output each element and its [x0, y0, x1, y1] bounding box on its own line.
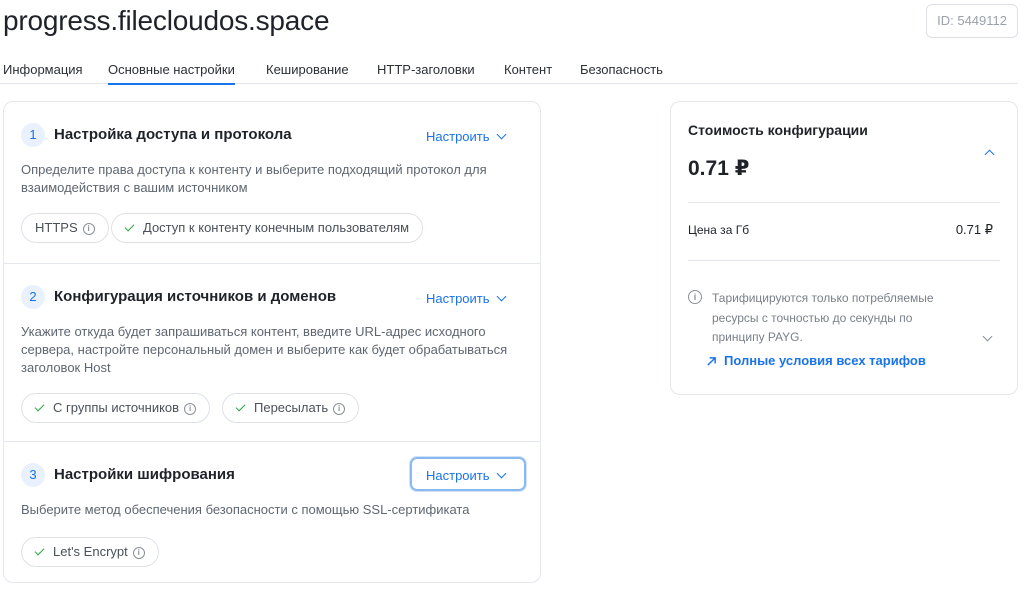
configure-label: Настроить — [426, 129, 490, 144]
configure-button[interactable]: Настроить — [410, 280, 526, 314]
step-description: Определите права доступа к контенту и вы… — [21, 162, 487, 195]
price-label: Цена за Гб — [688, 223, 750, 237]
tab-caching[interactable]: Кеширование — [266, 62, 349, 83]
cost-title: Стоимость конфигурации — [688, 122, 868, 138]
chevron-down-icon — [496, 129, 506, 140]
chip-label: Пересылать — [254, 400, 329, 415]
tab-security[interactable]: Безопасность — [580, 62, 663, 83]
step-number: 2 — [21, 285, 45, 309]
chip-forward: Пересылать i — [222, 393, 360, 423]
step-title: Конфигурация источников и доменов — [54, 288, 337, 305]
chip-end-user-access: Доступ к контенту конечным пользователям — [111, 213, 424, 243]
divider — [688, 202, 1000, 203]
id-badge: ID: 5449112 — [926, 4, 1018, 38]
configure-button[interactable]: Настроить — [410, 457, 526, 491]
step-sources-domains: 2 Конфигурация источников и доменов Наст… — [4, 263, 540, 441]
chip-https: HTTPS i — [21, 213, 109, 243]
chevron-down-icon — [496, 291, 506, 302]
chip-label: HTTPS — [35, 220, 78, 235]
settings-steps-card: 1 Настройка доступа и протокола Настроит… — [3, 101, 541, 583]
tariffs-link[interactable]: Полные условия всех тарифов — [702, 353, 926, 368]
step-access-protocol: 1 Настройка доступа и протокола Настроит… — [4, 102, 540, 263]
chevron-down-icon[interactable] — [982, 331, 993, 342]
step-description: Укажите откуда будет запрашиваться конте… — [21, 324, 508, 375]
cost-total: 0.71 ₽ — [688, 157, 750, 180]
configure-label: Настроить — [426, 291, 490, 306]
step-title: Настройки шифрования — [54, 466, 235, 483]
configure-label: Настроить — [426, 468, 490, 483]
configure-button[interactable]: Настроить — [410, 118, 526, 152]
billing-note: Тарифицируются только потребляемые ресур… — [712, 291, 934, 344]
tab-main-settings[interactable]: Основные настройки — [108, 62, 235, 85]
divider — [688, 260, 1000, 261]
tab-bar: Информация Основные настройки Кешировани… — [0, 60, 1018, 85]
chevron-down-icon — [496, 468, 506, 479]
chip-label: Let's Encrypt — [53, 544, 128, 559]
info-icon[interactable]: i — [82, 223, 95, 235]
info-icon[interactable]: i — [184, 403, 197, 415]
cost-card: Стоимость конфигурации 0.71 ₽ Цена за Гб… — [670, 101, 1018, 395]
tariffs-link-label: Полные условия всех тарифов — [724, 353, 926, 368]
chip-lets-encrypt: Let's Encrypt i — [21, 537, 159, 567]
step-title: Настройка доступа и протокола — [54, 126, 292, 143]
chip-origin-group: С группы источников i — [21, 393, 211, 423]
chevron-up-icon[interactable] — [984, 149, 995, 160]
step-encryption: 3 Настройки шифрования Настроить Выберит… — [4, 441, 540, 582]
check-icon — [34, 401, 45, 412]
check-icon — [235, 401, 246, 412]
page-title: progress.filecloudos.space — [3, 5, 330, 36]
step-description: Выберите метод обеспечения безопасности … — [21, 502, 470, 517]
tab-information[interactable]: Информация — [3, 62, 83, 83]
chip-label: С группы источников — [53, 400, 180, 415]
check-icon — [124, 221, 135, 232]
check-icon — [34, 545, 45, 556]
tab-content[interactable]: Контент — [504, 62, 552, 83]
info-icon: i — [688, 290, 702, 304]
price-value: 0.71 ₽ — [955, 222, 993, 237]
tab-http-headers[interactable]: HTTP-заголовки — [377, 62, 475, 83]
info-icon[interactable]: i — [132, 547, 145, 559]
step-number: 1 — [21, 123, 45, 147]
info-icon[interactable]: i — [333, 403, 346, 415]
external-link-arrow-icon — [707, 357, 716, 366]
step-number: 3 — [21, 463, 45, 487]
chip-label: Доступ к контенту конечным пользователям — [143, 220, 410, 235]
